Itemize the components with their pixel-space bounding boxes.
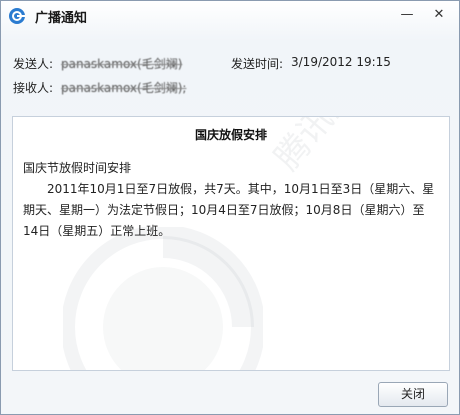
recipient-value: panaskamox(毛剑斓); (61, 81, 187, 95)
notice-content-area[interactable]: 腾讯企业QQ b.qq.com 国庆放假安排 国庆节放假时间安排 2011年10… (12, 116, 450, 371)
title-bar[interactable]: 广播通知 — ✕ (1, 1, 459, 31)
close-icon: ✕ (433, 7, 445, 22)
window-title: 广播通知 (35, 11, 88, 26)
recipient-label: 接收人: (13, 81, 54, 95)
send-time-value: 3/19/2012 19:15 (291, 55, 391, 69)
sender-value: panaskamox(毛剑斓) (61, 57, 183, 71)
send-time-label: 发送时间: (231, 57, 284, 71)
close-window-button[interactable]: ✕ (429, 5, 449, 25)
minimize-icon: — (400, 7, 414, 22)
broadcast-notice-window: 广播通知 — ✕ 发送人: panaskamox(毛剑斓) 发送时间: 3/19… (0, 0, 460, 415)
sender-label: 发送人: (13, 57, 54, 71)
notice-subtitle: 国庆节放假时间安排 (23, 161, 132, 175)
qq-watermark-logo (63, 227, 263, 370)
notice-body: 2011年10月1日至7日放假，共7天。其中，10月1日至3日（星期六、星期天、… (23, 182, 435, 238)
minimize-button[interactable]: — (397, 5, 417, 25)
notice-title: 国庆放假安排 (194, 128, 267, 142)
qq-broadcast-icon (9, 8, 25, 24)
close-button[interactable]: 关闭 (378, 382, 448, 407)
